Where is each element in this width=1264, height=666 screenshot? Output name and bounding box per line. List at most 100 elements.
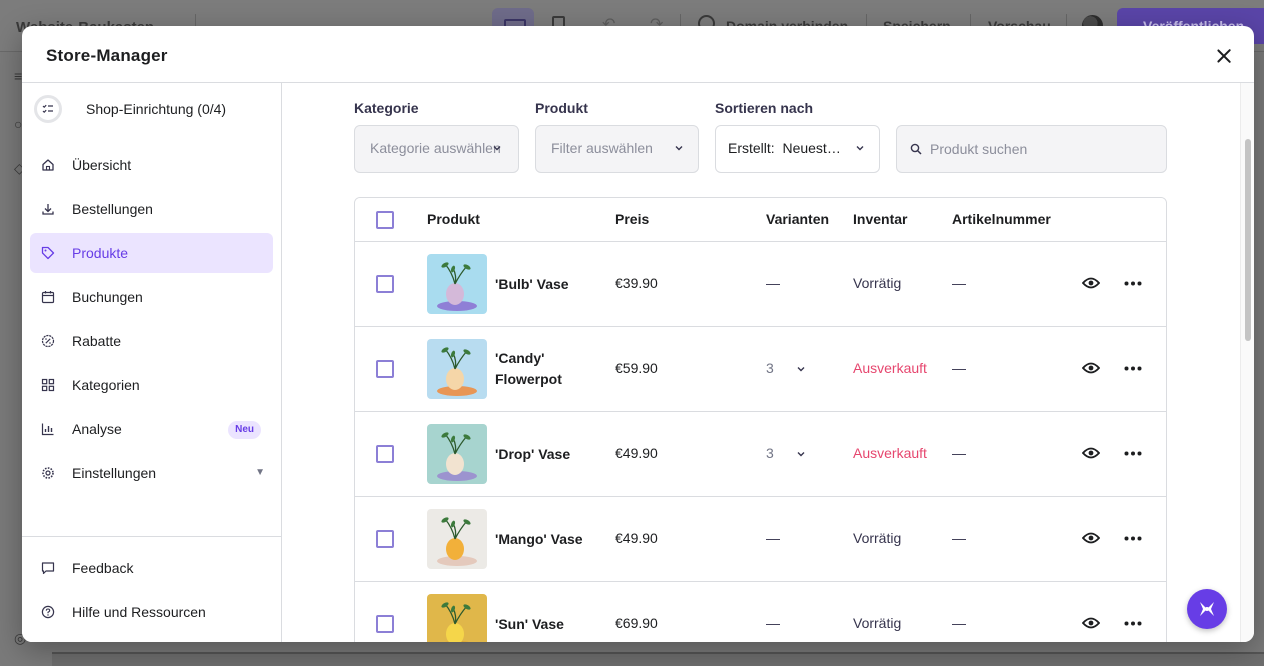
product-price: €49.90	[615, 445, 658, 461]
store-manager-modal: Store-Manager Shop-Einrichtung (0/4) Übe…	[22, 26, 1254, 642]
eye-icon[interactable]	[1082, 446, 1100, 460]
calendar-icon	[40, 289, 56, 305]
setup-progress-icon	[34, 95, 62, 123]
sidebar-item-categories[interactable]: Kategorien	[30, 365, 273, 405]
product-thumbnail	[427, 594, 487, 642]
search-icon	[910, 143, 922, 155]
product-price: €69.90	[615, 615, 658, 631]
modal-header: Store-Manager	[22, 26, 1254, 83]
table-row[interactable]: 'Sun' Vase €69.90 — Vorrätig —	[355, 582, 1166, 642]
eye-icon[interactable]	[1082, 531, 1100, 545]
shop-setup-label: Shop-Einrichtung (0/4)	[86, 101, 227, 117]
row-checkbox[interactable]	[376, 275, 394, 293]
chevron-down-icon[interactable]	[796, 364, 806, 374]
column-header-product: Produkt	[427, 211, 480, 227]
scrollbar-thumb[interactable]	[1245, 139, 1251, 341]
more-options-icon[interactable]	[1124, 621, 1142, 626]
background-bottom-bar	[52, 652, 1264, 666]
tag-icon	[40, 245, 56, 261]
caret-down-icon: ▼	[255, 467, 265, 478]
product-variants[interactable]: 3	[766, 360, 774, 376]
table-row[interactable]: 'Candy' Flowerpot €59.90 3 Ausverkauft —	[355, 327, 1166, 412]
sidebar-item-label: Buchungen	[72, 289, 143, 305]
sidebar-item-discounts[interactable]: Rabatte	[30, 321, 273, 361]
eye-icon[interactable]	[1082, 361, 1100, 375]
sidebar-item-help[interactable]: Hilfe und Ressourcen	[30, 592, 273, 632]
sort-label: Sortieren nach	[715, 100, 814, 116]
product-price: €59.90	[615, 360, 658, 376]
sidebar-item-settings[interactable]: Einstellungen ▼	[30, 453, 273, 493]
product-search[interactable]	[896, 125, 1167, 173]
sidebar-item-products[interactable]: Produkte	[30, 233, 273, 273]
category-filter-label: Kategorie	[354, 100, 419, 116]
product-variants[interactable]: 3	[766, 445, 774, 461]
product-name[interactable]: 'Bulb' Vase	[495, 274, 595, 295]
sidebar: Shop-Einrichtung (0/4) Übersicht Bestell…	[22, 83, 282, 642]
inventory-status: Vorrätig	[853, 615, 902, 631]
sidebar-item-label: Rabatte	[72, 333, 122, 349]
product-sku: —	[952, 445, 966, 461]
row-checkbox[interactable]	[376, 615, 394, 633]
inventory-status: Ausverkauft	[853, 360, 927, 376]
sidebar-item-overview[interactable]: Übersicht	[30, 145, 273, 185]
column-header-variants: Varianten	[766, 211, 830, 227]
sidebar-item-label: Produkte	[72, 245, 129, 261]
sidebar-item-orders[interactable]: Bestellungen	[30, 189, 273, 229]
row-checkbox[interactable]	[376, 530, 394, 548]
product-thumbnail	[427, 339, 487, 399]
sidebar-item-bookings[interactable]: Buchungen	[30, 277, 273, 317]
product-thumbnail	[427, 254, 487, 314]
sidebar-item-label: Kategorien	[72, 377, 140, 393]
select-all-checkbox[interactable]	[376, 211, 394, 229]
column-header-inventory: Inventar	[853, 211, 908, 227]
column-header-sku: Artikelnummer	[952, 211, 1051, 227]
help-icon	[40, 604, 56, 620]
more-options-icon[interactable]	[1124, 366, 1142, 371]
chevron-down-icon	[493, 146, 501, 151]
product-name[interactable]: 'Sun' Vase	[495, 614, 595, 635]
table-row[interactable]: 'Mango' Vase €49.90 — Vorrätig —	[355, 497, 1166, 582]
ai-assistant-button[interactable]	[1187, 589, 1227, 629]
product-variants: —	[766, 275, 780, 291]
modal-title: Store-Manager	[46, 46, 168, 65]
chevron-down-icon[interactable]	[796, 449, 806, 459]
table-header: Produkt Preis Varianten Inventar Artikel…	[355, 198, 1166, 242]
sidebar-item-label: Bestellungen	[72, 201, 153, 217]
product-filter-placeholder: Filter auswählen	[551, 140, 653, 156]
checklist-icon	[42, 104, 53, 114]
product-name[interactable]: 'Drop' Vase	[495, 444, 595, 465]
more-options-icon[interactable]	[1124, 536, 1142, 541]
eye-icon[interactable]	[1082, 616, 1100, 630]
sparkle-icon	[1200, 602, 1214, 616]
shop-setup-item[interactable]: Shop-Einrichtung (0/4)	[34, 95, 274, 123]
close-button[interactable]	[1212, 44, 1236, 68]
row-checkbox[interactable]	[376, 360, 394, 378]
sidebar-item-feedback[interactable]: Feedback	[30, 548, 273, 588]
sidebar-item-label: Analyse	[72, 421, 122, 437]
more-options-icon[interactable]	[1124, 281, 1142, 286]
category-select-placeholder: Kategorie auswählen	[370, 140, 501, 156]
inventory-status: Vorrätig	[853, 275, 902, 291]
product-sku: —	[952, 360, 966, 376]
product-search-input[interactable]	[930, 138, 1150, 160]
table-row[interactable]: 'Bulb' Vase €39.90 — Vorrätig —	[355, 242, 1166, 327]
sort-select[interactable]: Erstellt: Neueste zuerst	[715, 125, 880, 173]
scrollbar-track	[1240, 83, 1254, 642]
category-select[interactable]: Kategorie auswählen	[354, 125, 519, 173]
table-row[interactable]: 'Drop' Vase €49.90 3 Ausverkauft —	[355, 412, 1166, 497]
column-header-price: Preis	[615, 211, 650, 227]
product-filter-label: Produkt	[535, 100, 588, 116]
row-checkbox[interactable]	[376, 445, 394, 463]
more-options-icon[interactable]	[1124, 451, 1142, 456]
product-name[interactable]: 'Mango' Vase	[495, 529, 595, 550]
sidebar-item-analytics[interactable]: Analyse Neu	[30, 409, 273, 449]
new-badge: Neu	[228, 421, 261, 439]
product-name[interactable]: 'Candy' Flowerpot	[495, 348, 595, 390]
product-price: €49.90	[615, 530, 658, 546]
product-sku: —	[952, 615, 966, 631]
sidebar-item-label: Feedback	[72, 560, 134, 576]
eye-icon[interactable]	[1082, 276, 1100, 290]
sidebar-divider	[22, 536, 281, 537]
product-filter-select[interactable]: Filter auswählen	[535, 125, 699, 173]
products-panel: Kategorie Kategorie auswählen Produkt Fi…	[282, 83, 1240, 642]
